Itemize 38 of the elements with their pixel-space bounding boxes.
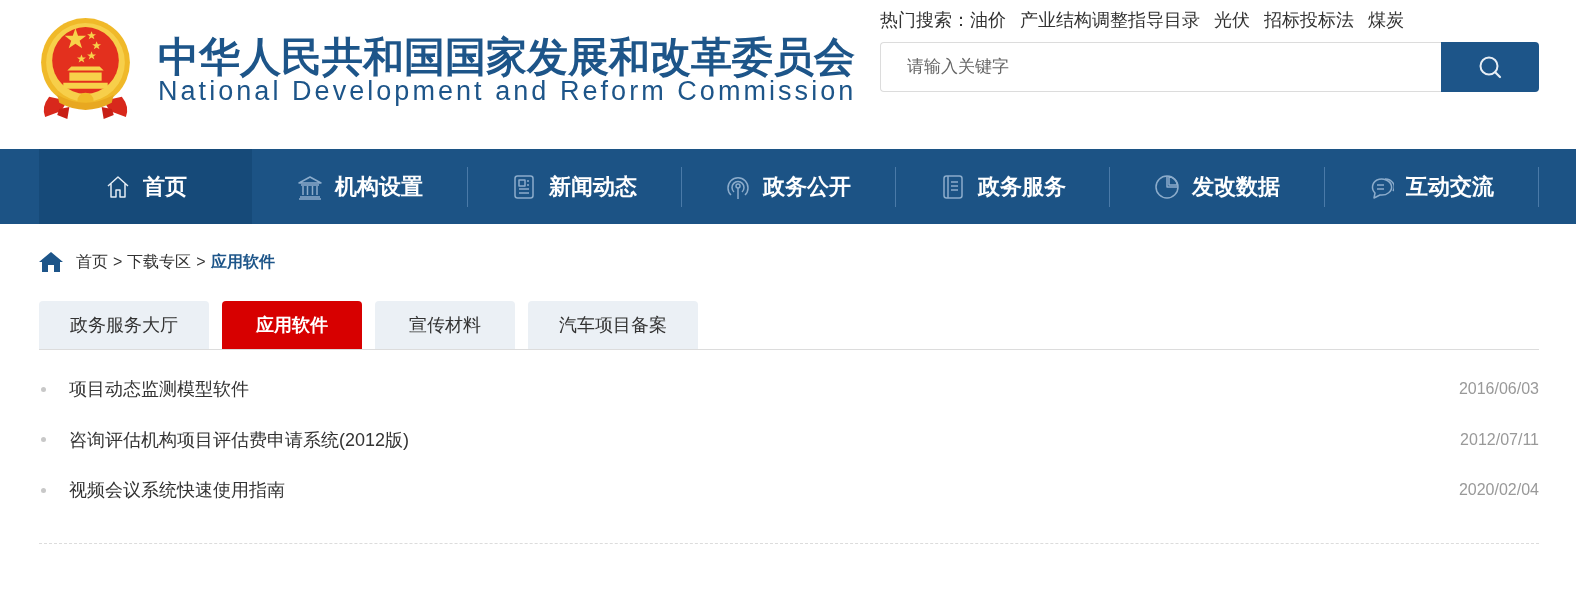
nav-item[interactable]: 政务服务	[896, 149, 1110, 224]
bullet-icon	[41, 487, 46, 493]
current-page-label: 应用软件	[210, 251, 275, 272]
category-tab[interactable]: 政务服务大厅	[39, 301, 209, 349]
search-field[interactable]: 请输入关键字	[880, 42, 1441, 92]
site-title: 中华人民共和国国家发展和改革委员会	[158, 33, 855, 80]
hot-search-link[interactable]: 煤炭	[1368, 8, 1404, 32]
nav-item[interactable]: 互动交流	[1324, 149, 1538, 224]
software-link[interactable]: 视频会议系统快速使用指南	[69, 478, 285, 503]
breadcrumb-separator: >	[113, 253, 123, 271]
bullet-icon	[41, 437, 46, 443]
publish-date: 2016/06/03	[1458, 380, 1539, 399]
search-icon	[1478, 55, 1502, 79]
publish-date: 2012/07/11	[1460, 430, 1539, 449]
nav-item[interactable]: 机构设置	[253, 149, 467, 224]
nav-item[interactable]: 新闻动态	[467, 149, 681, 224]
category-tab[interactable]: 汽车项目备案	[528, 301, 698, 349]
breadcrumb-link[interactable]: 首页	[76, 251, 108, 273]
nav-item[interactable]: 政务公开	[681, 149, 896, 224]
software-link[interactable]: 项目动态监测模型软件	[69, 377, 249, 402]
nav-item[interactable]: 首页	[39, 149, 253, 224]
software-link[interactable]: 咨询评估机构项目评估费申请系统(2012版)	[69, 427, 410, 452]
nav-item[interactable]: 发改数据	[1110, 149, 1324, 224]
hot-search-label: 热门搜索：	[880, 9, 970, 32]
hot-search-link[interactable]: 产业结构调整指导目录	[1020, 8, 1200, 32]
hot-search-link[interactable]: 油价	[970, 8, 1006, 32]
category-tab[interactable]: 应用软件	[222, 301, 362, 349]
home-icon	[39, 252, 63, 272]
breadcrumb-link[interactable]: 下载专区	[127, 251, 192, 273]
publish-date: 2020/02/04	[1458, 481, 1539, 500]
pie-chart-icon	[1154, 173, 1181, 200]
hot-search-link[interactable]: 招标投标法	[1264, 8, 1354, 32]
breadcrumb-separator: >	[196, 253, 206, 271]
hot-search-link[interactable]: 光伏	[1214, 8, 1250, 32]
bullet-icon	[41, 386, 46, 392]
category-tab[interactable]: 宣传材料	[375, 301, 515, 349]
search-button[interactable]	[1441, 42, 1539, 92]
columned-building-icon	[296, 173, 323, 200]
